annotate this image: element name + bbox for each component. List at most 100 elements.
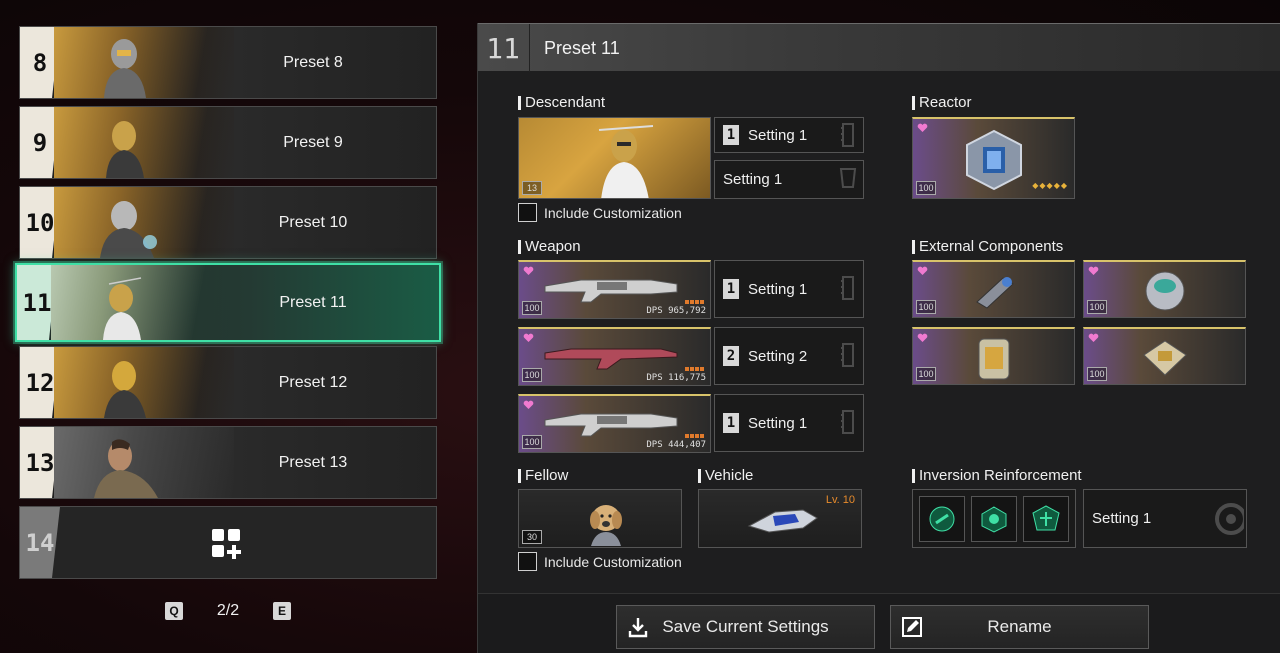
preset-card-empty[interactable]: 14 <box>19 506 437 579</box>
preset-card-13[interactable]: 13 Preset 13 <box>19 426 437 499</box>
preset-label: Preset 9 <box>283 133 343 151</box>
component-level: 100 <box>1087 367 1107 381</box>
descendant-figure <box>598 125 654 198</box>
save-current-settings-button[interactable]: Save Current Settings <box>616 605 875 649</box>
weapon-icon <box>544 279 678 303</box>
edit-icon <box>902 617 922 637</box>
preset-label: Preset 8 <box>283 53 343 71</box>
vehicle-slot[interactable]: Lv. 10 <box>698 489 862 548</box>
setting-number: 2 <box>723 346 739 366</box>
fellow-include-customization[interactable]: Include Customization <box>518 552 682 571</box>
descendant-figure <box>104 39 146 98</box>
action-bar: Save Current Settings Rename <box>478 593 1280 653</box>
reactor-section-title: Reactor <box>912 94 972 111</box>
external-component-slot-3[interactable]: 100 <box>912 327 1075 385</box>
customization-icon <box>839 168 857 188</box>
preset-card-9[interactable]: 9 Preset 9 <box>19 106 437 179</box>
preset-card-8[interactable]: 8 Preset 8 <box>19 26 437 99</box>
favorite-heart-icon <box>1088 266 1099 275</box>
preset-label: Preset 12 <box>278 373 348 391</box>
component-level: 100 <box>916 367 936 381</box>
component-icon <box>1145 271 1185 311</box>
vehicle-level: Lv. 10 <box>825 494 855 506</box>
weapon-slot-3[interactable]: 100 DPS 444,407 <box>518 394 711 453</box>
weapon-dps: DPS 965,792 <box>646 306 706 316</box>
preset-detail-panel: 11 Preset 11 Descendant 13 1 Setting 1 S… <box>477 23 1280 653</box>
header-divider <box>529 24 530 72</box>
inversion-slot-3[interactable] <box>1023 496 1069 542</box>
weapon-icon <box>544 348 678 370</box>
component-icon <box>978 338 1010 380</box>
descendant-figure <box>104 361 146 418</box>
weapon-rarity-pips <box>685 434 704 438</box>
setting-number: 1 <box>723 125 739 145</box>
weapon-setting-2[interactable]: 2 Setting 2 <box>714 327 864 385</box>
inversion-slot-1[interactable] <box>919 496 965 542</box>
setting-label: Setting 1 <box>1092 510 1152 527</box>
descendant-section-title: Descendant <box>518 94 605 111</box>
reactor-slot[interactable]: 100 ◆◆◆◆◆ <box>912 117 1075 199</box>
descendant-skin-setting[interactable]: Setting 1 <box>714 160 864 199</box>
prev-page-key[interactable]: Q <box>165 602 183 620</box>
preset-card-10[interactable]: 10 Preset 10 <box>19 186 437 259</box>
fellow-slot[interactable]: 30 <box>518 489 682 548</box>
setting-number: 1 <box>723 413 739 433</box>
descendant-include-customization[interactable]: Include Customization <box>518 203 682 222</box>
weapon-slot-1[interactable]: 100 DPS 965,792 <box>518 260 711 319</box>
external-component-slot-2[interactable]: 100 <box>1083 260 1246 318</box>
component-icon <box>976 277 1014 309</box>
module-icon <box>841 410 854 434</box>
favorite-heart-icon <box>523 333 534 342</box>
panel-number: 11 <box>486 31 520 65</box>
preset-card-11[interactable]: 11 Preset 11 <box>15 263 441 342</box>
setting-label: Setting 2 <box>748 347 808 365</box>
inversion-setting[interactable]: Setting 1 <box>1083 489 1247 548</box>
reactor-icon <box>966 129 1022 191</box>
weapon-dps: DPS 444,407 <box>646 440 706 450</box>
weapon-dps: DPS 116,775 <box>646 373 706 383</box>
weapon-rarity-pips <box>685 300 704 304</box>
favorite-heart-icon <box>523 400 534 409</box>
external-component-slot-1[interactable]: 100 <box>912 260 1075 318</box>
weapon-setting-3[interactable]: 1 Setting 1 <box>714 394 864 452</box>
preset-card-12[interactable]: 12 Preset 12 <box>19 346 437 419</box>
descendant-figure <box>100 201 157 258</box>
weapon-setting-1[interactable]: 1 Setting 1 <box>714 260 864 318</box>
inversion-node-icon <box>981 506 1007 533</box>
favorite-heart-icon <box>1088 333 1099 342</box>
button-label: Rename <box>987 617 1052 636</box>
weapon-slot-2[interactable]: 100 DPS 116,775 <box>518 327 711 386</box>
descendant-slot[interactable]: 13 <box>518 117 711 199</box>
inversion-slot-2[interactable] <box>971 496 1017 542</box>
download-icon <box>628 618 648 638</box>
external-components-section-title: External Components <box>912 238 1063 255</box>
page-indicator: Q 2/2 E <box>165 600 291 622</box>
vehicle-section-title: Vehicle <box>698 467 753 484</box>
dog-fellow-icon <box>590 505 622 546</box>
vehicle-icon <box>747 509 818 533</box>
descendant-module-setting[interactable]: 1 Setting 1 <box>714 117 864 153</box>
panel-title: Preset 11 <box>544 38 620 58</box>
weapon-level: 100 <box>522 301 542 315</box>
weapon-icon <box>544 413 678 437</box>
checkbox[interactable] <box>518 203 537 222</box>
inversion-node-icon <box>1032 505 1060 531</box>
descendant-figure <box>103 277 142 340</box>
favorite-heart-icon <box>917 333 928 342</box>
setting-label: Setting 1 <box>748 126 808 144</box>
setting-label: Setting 1 <box>748 414 808 432</box>
inversion-node-icon <box>929 506 955 532</box>
reactor-stars: ◆◆◆◆◆ <box>1032 181 1068 190</box>
preset-label: Preset 10 <box>278 213 348 231</box>
page-count: 2/2 <box>216 602 240 619</box>
checkbox-label: Include Customization <box>544 553 682 570</box>
favorite-heart-icon <box>917 266 928 275</box>
preset-list: 8 Preset 8 9 Preset 9 10 Preset 10 11 Pr… <box>15 26 441 586</box>
module-icon <box>841 123 854 147</box>
next-page-key[interactable]: E <box>273 602 291 620</box>
inversion-emblem-icon <box>1215 503 1244 535</box>
setting-label: Setting 1 <box>723 171 783 188</box>
rename-button[interactable]: Rename <box>890 605 1149 649</box>
external-component-slot-4[interactable]: 100 <box>1083 327 1246 385</box>
checkbox[interactable] <box>518 552 537 571</box>
